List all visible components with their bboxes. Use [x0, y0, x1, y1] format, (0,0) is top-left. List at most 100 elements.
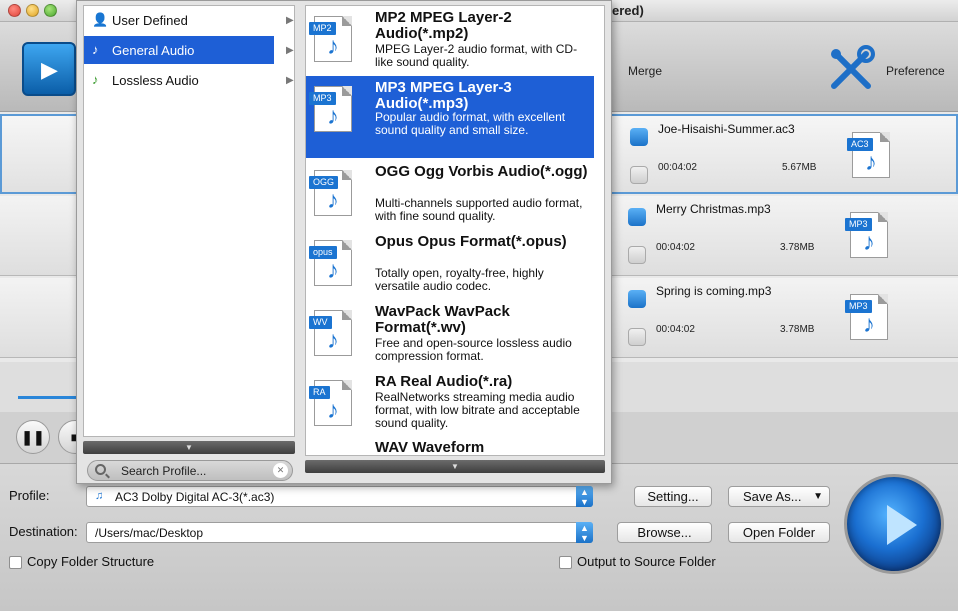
- category-lossless-audio[interactable]: ♪ Lossless Audio: [84, 66, 296, 94]
- format-title: WAV Waveform: [375, 439, 485, 456]
- preference-button[interactable]: Preference: [820, 22, 958, 112]
- profile-label: Profile:: [9, 488, 50, 503]
- chevron-right-icon: ▶: [286, 15, 294, 26]
- copy-folder-structure-label: Copy Folder Structure: [27, 554, 155, 569]
- file-duration: 00:04:02: [658, 162, 697, 173]
- format-item-wav[interactable]: WAV Waveform: [306, 436, 594, 456]
- file-duration: 00:04:02: [656, 242, 695, 253]
- file-name: Joe-Hisaishi-Summer.ac3: [658, 122, 795, 136]
- format-description: RealNetworks streaming media audio forma…: [375, 390, 580, 430]
- open-folder-button[interactable]: Open Folder: [728, 522, 830, 543]
- output-format-icon: AC3 ♪: [847, 132, 890, 178]
- format-list: MP2 ♪ MP2 MPEG Layer-2 Audio(*.mp2) MPEG …: [305, 5, 605, 456]
- destination-select[interactable]: /Users/mac/Desktop ▲ ▼: [86, 522, 593, 543]
- save-as-button[interactable]: Save As... ▼: [728, 486, 830, 507]
- convert-button[interactable]: [844, 474, 944, 574]
- format-item-opus[interactable]: opus ♪ Opus Opus Format(*.opus) Totally o…: [306, 230, 594, 300]
- output-format-stepper[interactable]: [628, 208, 646, 226]
- search-icon: [95, 464, 106, 475]
- output-format-icon: MP3 ♪: [845, 212, 888, 258]
- close-window-button[interactable]: [8, 4, 21, 17]
- format-description: Popular audio format, with excellent sou…: [375, 110, 566, 137]
- music-note-icon: ♪: [863, 311, 875, 338]
- audio-file-icon: OGG ♪: [309, 170, 352, 216]
- window-title: ered): [612, 3, 644, 18]
- file-size: 3.78MB: [780, 242, 815, 253]
- chevron-right-icon: ▶: [286, 75, 294, 86]
- category-label: User Defined: [112, 13, 188, 28]
- select-arrows-icon: ▲ ▼: [576, 486, 593, 507]
- minimize-window-button[interactable]: [26, 4, 39, 17]
- output-format-icon: MP3 ♪: [845, 294, 888, 340]
- output-to-source-folder-checkbox[interactable]: [559, 556, 572, 569]
- audio-track-stepper[interactable]: [628, 246, 646, 264]
- format-description: Totally open, royalty-free, highly versa…: [375, 266, 544, 293]
- output-to-source-folder-label: Output to Source Folder: [577, 554, 716, 569]
- audio-track-stepper[interactable]: [628, 328, 646, 346]
- file-size: 5.67MB: [782, 162, 817, 173]
- select-arrows-icon: ▲ ▼: [576, 522, 593, 543]
- category-label: Lossless Audio: [112, 73, 199, 88]
- profile-value: AC3 Dolby Digital AC-3(*.ac3): [115, 490, 275, 504]
- music-note-icon: ♪: [865, 149, 877, 176]
- browse-button[interactable]: Browse...: [617, 522, 712, 543]
- profile-select[interactable]: ♫ AC3 Dolby Digital AC-3(*.ac3) ▲ ▼: [86, 486, 593, 507]
- destination-label: Destination:: [9, 524, 78, 539]
- destination-value: /Users/mac/Desktop: [95, 526, 204, 540]
- audio-file-icon: RA ♪: [309, 380, 352, 426]
- output-format-stepper[interactable]: [630, 128, 648, 146]
- add-video-icon[interactable]: [22, 42, 76, 96]
- music-note-icon: ♪: [92, 72, 99, 87]
- file-name: Merry Christmas.mp3: [656, 202, 771, 216]
- format-item-ogg[interactable]: OGG ♪ OGG Ogg Vorbis Audio(*.ogg) Multi-c…: [306, 160, 594, 230]
- save-as-label: Save As...: [743, 489, 802, 504]
- category-list: 👤 User Defined ▶ ♪ General Audio ▶ ♪ Los…: [83, 5, 295, 437]
- preference-label: Preference: [886, 64, 945, 78]
- format-item-mp2[interactable]: MP2 ♪ MP2 MPEG Layer-2 Audio(*.mp2) MPEG …: [306, 6, 594, 76]
- pause-icon: ❚❚: [21, 429, 45, 445]
- music-note-icon: ♪: [863, 229, 875, 256]
- search-profile-input[interactable]: Search Profile... ✕: [87, 460, 293, 481]
- category-label: General Audio: [112, 43, 195, 58]
- format-item-wv[interactable]: WV ♪ WavPack WavPack Format(*.wv) Free an…: [306, 300, 594, 370]
- zoom-window-button[interactable]: [44, 4, 57, 17]
- file-size: 3.78MB: [780, 324, 815, 335]
- format-item-ra[interactable]: RA ♪ RA Real Audio(*.ra) RealNetworks str…: [306, 370, 594, 440]
- chevron-right-icon: ▶: [286, 45, 294, 56]
- music-note-icon: ♪: [92, 42, 99, 57]
- audio-file-icon: ♫: [95, 490, 104, 502]
- format-title: WavPack WavPack Format(*.wv): [375, 303, 510, 336]
- audio-track-stepper[interactable]: [630, 166, 648, 184]
- wrench-screwdriver-icon: [831, 45, 875, 89]
- format-description: MPEG Layer-2 audio format, with CD-like …: [375, 42, 578, 69]
- format-title: MP2 MPEG Layer-2 Audio(*.mp2): [375, 9, 512, 42]
- format-title: MP3 MPEG Layer-3 Audio(*.mp3): [375, 79, 512, 112]
- search-placeholder: Search Profile...: [121, 464, 207, 478]
- profile-popup: 👤 User Defined ▶ ♪ General Audio ▶ ♪ Los…: [76, 0, 612, 484]
- audio-file-icon: WV ♪: [309, 310, 352, 356]
- category-general-audio[interactable]: ♪ General Audio: [84, 36, 274, 64]
- format-title: RA Real Audio(*.ra): [375, 373, 513, 390]
- copy-folder-structure-checkbox[interactable]: [9, 556, 22, 569]
- merge-label: Merge: [628, 64, 663, 78]
- audio-file-icon: MP2 ♪: [309, 16, 352, 62]
- format-scroll-down[interactable]: ▼: [305, 460, 605, 473]
- category-user-defined[interactable]: 👤 User Defined: [84, 6, 296, 34]
- format-description: Free and open-source lossless audio comp…: [375, 336, 572, 363]
- user-icon: 👤: [92, 12, 109, 27]
- format-title: OGG Ogg Vorbis Audio(*.ogg): [375, 163, 588, 180]
- dropdown-arrow-icon: ▼: [813, 491, 823, 502]
- output-format-stepper[interactable]: [628, 290, 646, 308]
- format-item-mp3[interactable]: MP3 ♪ MP3 MPEG Layer-3 Audio(*.mp3) Popul…: [306, 76, 594, 158]
- audio-file-icon: opus ♪: [309, 240, 352, 286]
- pause-button[interactable]: ❚❚: [16, 420, 50, 454]
- category-scroll-down[interactable]: ▼: [83, 441, 295, 454]
- clear-search-icon[interactable]: ✕: [273, 463, 288, 478]
- file-name: Spring is coming.mp3: [656, 284, 772, 298]
- audio-file-icon: MP3 ♪: [309, 86, 352, 132]
- setting-button[interactable]: Setting...: [634, 486, 712, 507]
- output-settings-panel: Profile: ♫ AC3 Dolby Digital AC-3(*.ac3)…: [0, 464, 958, 611]
- format-description: Multi-channels supported audio format, w…: [375, 196, 583, 223]
- preview-progress-bar[interactable]: [18, 396, 78, 399]
- format-title: Opus Opus Format(*.opus): [375, 233, 567, 250]
